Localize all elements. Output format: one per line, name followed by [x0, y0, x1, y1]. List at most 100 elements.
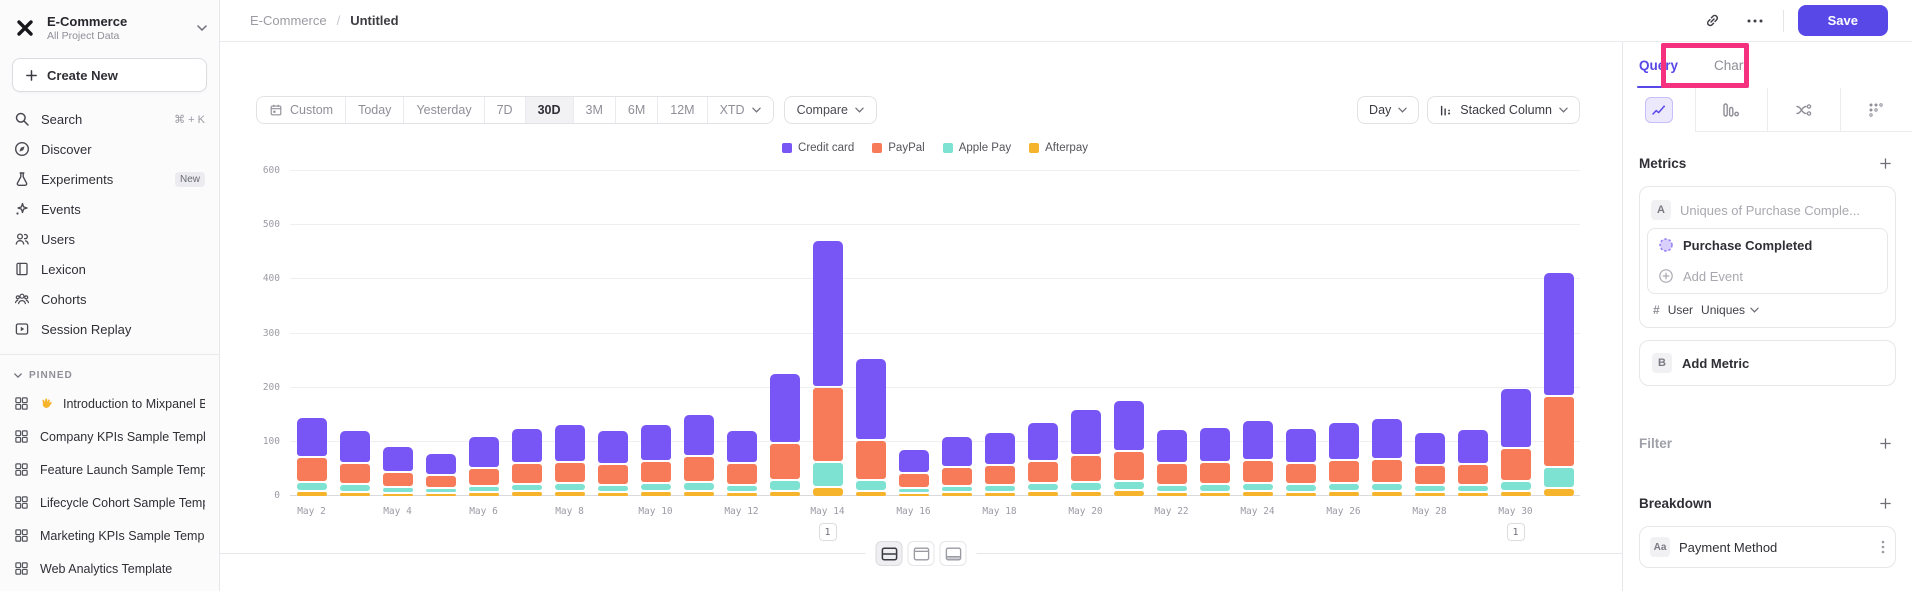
- measure-aggregation-dropdown[interactable]: Uniques: [1701, 303, 1759, 317]
- bar-segment-afterpay[interactable]: [1200, 493, 1230, 496]
- bar-segment-paypal[interactable]: [340, 464, 370, 483]
- bar-may-29[interactable]: [1458, 430, 1488, 496]
- breakdown-item-card[interactable]: Aa Payment Method: [1639, 526, 1896, 568]
- bar-segment-paypal[interactable]: [1501, 449, 1531, 480]
- bar-segment-credit-card[interactable]: [555, 425, 585, 461]
- bar-segment-apple-pay[interactable]: [1415, 486, 1445, 491]
- range-7d[interactable]: 7D: [484, 97, 525, 123]
- bar-segment-afterpay[interactable]: [727, 493, 757, 496]
- bar-segment-credit-card[interactable]: [727, 431, 757, 463]
- bar-segment-apple-pay[interactable]: [1458, 486, 1488, 491]
- bar-segment-credit-card[interactable]: [469, 437, 499, 466]
- bar-segment-credit-card[interactable]: [899, 450, 929, 472]
- bar-segment-afterpay[interactable]: [1458, 493, 1488, 496]
- bar-segment-apple-pay[interactable]: [899, 489, 929, 492]
- annotation-marker-badge[interactable]: 1: [819, 523, 837, 541]
- bar-segment-apple-pay[interactable]: [1372, 484, 1402, 490]
- bar-segment-credit-card[interactable]: [684, 415, 714, 455]
- bar-may-4[interactable]: [383, 447, 413, 496]
- bar-segment-afterpay[interactable]: [1114, 491, 1144, 496]
- range-6m[interactable]: 6M: [615, 97, 657, 123]
- bar-segment-credit-card[interactable]: [985, 433, 1015, 464]
- bar-segment-afterpay[interactable]: [985, 493, 1015, 496]
- bar-segment-afterpay[interactable]: [856, 492, 886, 497]
- bar-segment-afterpay[interactable]: [555, 492, 585, 496]
- bar-segment-credit-card[interactable]: [1028, 423, 1058, 460]
- save-button[interactable]: Save: [1798, 5, 1888, 36]
- layout-split-button[interactable]: [876, 541, 903, 566]
- bar-segment-apple-pay[interactable]: [1286, 485, 1316, 491]
- bar-segment-apple-pay[interactable]: [598, 486, 628, 491]
- bar-segment-afterpay[interactable]: [1501, 492, 1531, 497]
- bar-segment-afterpay[interactable]: [1157, 493, 1187, 496]
- range-30d[interactable]: 30D: [525, 97, 573, 123]
- bar-segment-apple-pay[interactable]: [641, 484, 671, 490]
- bar-segment-credit-card[interactable]: [856, 359, 886, 438]
- bar-may-12[interactable]: [727, 431, 757, 496]
- tab-chart[interactable]: Chart: [1714, 42, 1747, 88]
- bar-segment-paypal[interactable]: [297, 458, 327, 480]
- bar-segment-afterpay[interactable]: [1415, 493, 1445, 496]
- bar-segment-afterpay[interactable]: [1329, 492, 1359, 496]
- bar-segment-paypal[interactable]: [1286, 464, 1316, 483]
- bar-segment-afterpay[interactable]: [469, 493, 499, 496]
- granularity-dropdown[interactable]: Day: [1357, 96, 1419, 124]
- breadcrumb-project[interactable]: E-Commerce: [250, 13, 327, 28]
- bar-segment-apple-pay[interactable]: [770, 481, 800, 489]
- bar-may-28[interactable]: [1415, 433, 1445, 497]
- bar-may-21[interactable]: [1114, 401, 1144, 496]
- bar-may-18[interactable]: [985, 433, 1015, 497]
- bar-segment-credit-card[interactable]: [1243, 421, 1273, 459]
- metric-a-header[interactable]: A Uniques of Purchase Comple...: [1647, 194, 1888, 228]
- legend-item[interactable]: Afterpay: [1029, 142, 1088, 154]
- bar-segment-afterpay[interactable]: [340, 493, 370, 496]
- layout-bottom-button[interactable]: [940, 541, 967, 566]
- sidebar-item-users[interactable]: Users: [0, 224, 219, 254]
- compare-dropdown[interactable]: Compare: [784, 96, 877, 124]
- project-switcher[interactable]: E-Commerce All Project Data: [0, 8, 219, 48]
- bar-segment-paypal[interactable]: [1243, 461, 1273, 483]
- bar-segment-paypal[interactable]: [1071, 456, 1101, 481]
- bar-segment-paypal[interactable]: [770, 444, 800, 479]
- bar-segment-credit-card[interactable]: [1071, 410, 1101, 454]
- bar-segment-afterpay[interactable]: [1071, 492, 1101, 497]
- bar-segment-afterpay[interactable]: [383, 494, 413, 496]
- pinned-item-web-analytics[interactable]: Web Analytics Template: [0, 552, 219, 585]
- legend-item[interactable]: PayPal: [872, 142, 924, 154]
- bar-segment-credit-card[interactable]: [813, 241, 843, 385]
- bar-may-11[interactable]: [684, 415, 714, 496]
- bar-segment-apple-pay[interactable]: [985, 486, 1015, 491]
- bar-segment-paypal[interactable]: [555, 463, 585, 483]
- bar-segment-apple-pay[interactable]: [1243, 484, 1273, 490]
- bar-segment-paypal[interactable]: [426, 476, 456, 488]
- breadcrumb-page[interactable]: Untitled: [350, 13, 398, 28]
- pinned-item-lifecycle-cohort[interactable]: Lifecycle Cohort Sample Template: [0, 486, 219, 519]
- legend-item[interactable]: Credit card: [782, 142, 854, 154]
- sidebar-item-events[interactable]: Events: [0, 194, 219, 224]
- range-custom[interactable]: Custom: [257, 97, 345, 123]
- bar-segment-afterpay[interactable]: [813, 488, 843, 496]
- bar-may-14[interactable]: [813, 241, 843, 496]
- bar-segment-apple-pay[interactable]: [469, 487, 499, 491]
- bar-segment-credit-card[interactable]: [770, 374, 800, 442]
- bar-segment-afterpay[interactable]: [770, 492, 800, 497]
- range-xtd[interactable]: XTD: [707, 97, 773, 123]
- bar-segment-apple-pay[interactable]: [856, 481, 886, 489]
- bar-segment-credit-card[interactable]: [1329, 423, 1359, 459]
- bar-segment-afterpay[interactable]: [512, 492, 542, 496]
- bar-segment-paypal[interactable]: [1458, 465, 1488, 484]
- bar-may-17[interactable]: [942, 437, 972, 496]
- bar-segment-credit-card[interactable]: [1415, 433, 1445, 464]
- bar-segment-credit-card[interactable]: [1157, 430, 1187, 463]
- bar-segment-paypal[interactable]: [1157, 464, 1187, 483]
- bar-segment-paypal[interactable]: [942, 468, 972, 485]
- bar-may-30[interactable]: [1501, 389, 1531, 496]
- more-options-button[interactable]: [1741, 7, 1769, 35]
- bar-segment-paypal[interactable]: [641, 462, 671, 482]
- bar-segment-apple-pay[interactable]: [1114, 482, 1144, 489]
- bar-segment-credit-card[interactable]: [942, 437, 972, 466]
- chart-type-dropdown[interactable]: Stacked Column: [1427, 96, 1580, 124]
- bar-segment-apple-pay[interactable]: [1501, 482, 1531, 490]
- bar-segment-credit-card[interactable]: [1200, 428, 1230, 462]
- bar-segment-apple-pay[interactable]: [1028, 484, 1058, 490]
